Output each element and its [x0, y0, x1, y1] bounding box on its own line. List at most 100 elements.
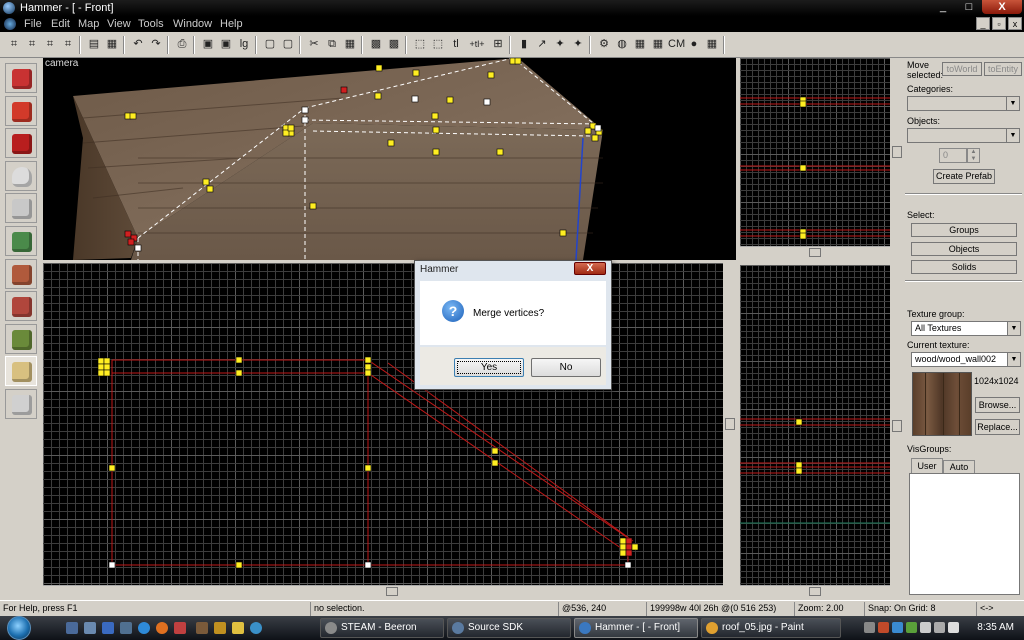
vertex-handle[interactable] [301, 116, 309, 124]
visgroups-tab-auto[interactable]: Auto [943, 460, 975, 473]
vertex-handle[interactable] [129, 112, 137, 120]
toolbar-button-8-2[interactable]: tl [448, 36, 464, 52]
vertex-handle[interactable] [625, 537, 633, 545]
replace-button[interactable]: Replace... [975, 419, 1020, 435]
taskbar-task-1[interactable]: Source SDK [447, 618, 571, 638]
select-objects-button[interactable]: Objects [911, 242, 1017, 256]
show-desktop-icon[interactable] [66, 622, 78, 634]
app-icon-4[interactable] [250, 622, 262, 634]
side-view-hscroll[interactable] [740, 585, 890, 597]
toolbar-button-5-0[interactable]: ▢ [262, 36, 278, 52]
vertex-handle[interactable] [594, 124, 602, 132]
vertex-handle[interactable] [432, 148, 440, 156]
vertex-handle[interactable] [491, 459, 499, 467]
top-view-vscroll[interactable] [892, 58, 902, 246]
create-prefab-button[interactable]: Create Prefab [933, 169, 995, 184]
vertex-handle[interactable] [559, 229, 567, 237]
vertex-handle[interactable] [340, 86, 348, 94]
toolbar-button-9-1[interactable]: ↗ [534, 36, 550, 52]
object-count-field[interactable]: 0 [939, 148, 967, 163]
toolbar-button-4-0[interactable]: ▣ [200, 36, 216, 52]
vertex-handle[interactable] [625, 543, 633, 551]
no-button[interactable]: No [531, 358, 601, 377]
toolbar-button-8-1[interactable]: ⬚ [430, 36, 446, 52]
menu-view[interactable]: View [107, 18, 131, 30]
toolbar-button-7-1[interactable]: ▩ [386, 36, 402, 52]
path-tool[interactable] [5, 389, 37, 419]
toolbar-button-0-3[interactable]: ⌗ [60, 36, 76, 52]
vertex-handle[interactable] [97, 363, 105, 371]
menu-file[interactable]: File [24, 18, 42, 30]
texture-group-select[interactable]: All Textures ▼ [911, 321, 1021, 336]
toolbar-button-0-1[interactable]: ⌗ [24, 36, 40, 52]
toolbar-button-10-0[interactable]: ⚙ [596, 36, 612, 52]
toolbar-button-10-3[interactable]: ▦ [650, 36, 666, 52]
vertex-handle[interactable] [591, 134, 599, 142]
menu-help[interactable]: Help [220, 18, 243, 30]
browse-button[interactable]: Browse... [975, 397, 1020, 413]
select-solids-button[interactable]: Solids [911, 260, 1017, 274]
block-tool[interactable] [5, 193, 37, 224]
selection-tool[interactable] [5, 63, 37, 93]
menu-window[interactable]: Window [173, 18, 212, 30]
toolbar-button-0-2[interactable]: ⌗ [42, 36, 58, 52]
vertex-handle[interactable] [235, 356, 243, 364]
toolbar-button-4-2[interactable]: lg [236, 36, 252, 52]
toolbar-button-2-1[interactable]: ↷ [148, 36, 164, 52]
vertex-handle[interactable] [235, 369, 243, 377]
vertex-handle[interactable] [103, 363, 111, 371]
vertex-handle[interactable] [364, 464, 372, 472]
vertex-handle[interactable] [432, 126, 440, 134]
vertex-handle[interactable] [364, 363, 372, 371]
vertex-handle[interactable] [364, 369, 372, 377]
vertex-handle[interactable] [301, 106, 309, 114]
toolbar-button-6-2[interactable]: ▦ [342, 36, 358, 52]
vertex-handle[interactable] [795, 418, 803, 426]
vertex-handle[interactable] [799, 232, 807, 240]
vertex-handle[interactable] [103, 369, 111, 377]
vertex-handle[interactable] [795, 467, 803, 475]
vertex-handle[interactable] [412, 69, 420, 77]
toolbar-button-7-0[interactable]: ▩ [368, 36, 384, 52]
close-button[interactable]: X [982, 0, 1022, 14]
vertex-handle[interactable] [411, 95, 419, 103]
entity-tool[interactable] [5, 160, 37, 191]
vertex-handle[interactable] [514, 58, 522, 65]
front-view-viewport[interactable] [43, 263, 723, 585]
menu-map[interactable]: Map [78, 18, 99, 30]
switch-windows-icon[interactable] [84, 622, 96, 634]
maximize-button[interactable]: □ [956, 0, 982, 14]
camera-tool[interactable] [5, 128, 37, 159]
taskbar-task-3[interactable]: roof_05.jpg - Paint [701, 618, 841, 638]
taskbar-task-2[interactable]: Hammer - [ - Front] [574, 618, 698, 638]
to-world-button[interactable]: toWorld [942, 62, 982, 76]
vertex-handle[interactable] [431, 112, 439, 120]
folder-icon[interactable] [232, 622, 244, 634]
toolbar-button-6-0[interactable]: ✂ [306, 36, 322, 52]
vertex-handle[interactable] [631, 543, 639, 551]
vertex-handle[interactable] [364, 561, 372, 569]
vertex-handle[interactable] [202, 178, 210, 186]
vertex-handle[interactable] [584, 127, 592, 135]
vertex-handle[interactable] [127, 238, 135, 246]
app-icon-2[interactable] [196, 622, 208, 634]
toolbar-button-0-0[interactable]: ⌗ [6, 36, 22, 52]
network-icon[interactable] [934, 622, 945, 633]
vertex-handle[interactable] [387, 139, 395, 147]
vertex-handle[interactable] [446, 96, 454, 104]
menu-tools[interactable]: Tools [138, 18, 164, 30]
front-view-hscroll[interactable] [43, 585, 723, 597]
toolbar-button-10-4[interactable]: CM [668, 36, 685, 52]
top-view-viewport[interactable] [740, 58, 890, 246]
visgroups-tab-user[interactable]: User [911, 458, 943, 473]
taskbar-task-0[interactable]: STEAM - Beeron [320, 618, 444, 638]
camera-viewport[interactable]: camera [43, 58, 736, 260]
toolbar-button-9-2[interactable]: ✦ [552, 36, 568, 52]
toolbar-button-4-1[interactable]: ▣ [218, 36, 234, 52]
toolbar-button-8-4[interactable]: ⊞ [490, 36, 506, 52]
toolbar-button-10-1[interactable]: ◍ [614, 36, 630, 52]
app-icon-3[interactable] [214, 622, 226, 634]
vertex-handle[interactable] [97, 357, 105, 365]
vertex-handle[interactable] [619, 543, 627, 551]
vertex-handle[interactable] [795, 461, 803, 469]
